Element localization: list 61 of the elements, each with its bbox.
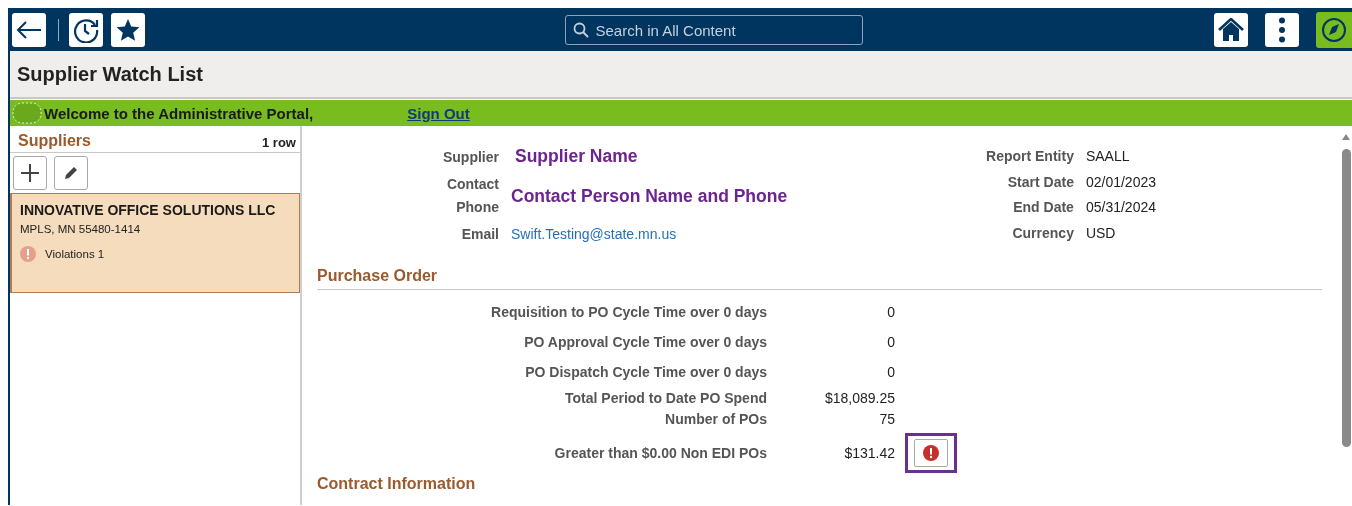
metric-label: Greater than $0.00 Non EDI POs [553, 445, 767, 461]
metric-value: $18,089.25 [823, 390, 895, 406]
home-icon [1218, 18, 1244, 42]
metric-value: 75 [878, 411, 895, 427]
metric-value: $131.42 [843, 445, 895, 461]
field-label: End Date [1012, 198, 1074, 217]
edit-button[interactable] [54, 156, 88, 190]
metric-label: Requisition to PO Cycle Time over 0 days [490, 304, 767, 320]
supplier-name: INNOVATIVE OFFICE SOLUTIONS LLC [20, 202, 277, 219]
pencil-icon [63, 165, 79, 181]
metric-label: Number of POs [664, 411, 767, 427]
supplier-address: MPLS, MN 55480-1414 [20, 223, 142, 235]
search-field[interactable]: Search in All Content [564, 15, 863, 45]
alert-icon [923, 445, 939, 461]
search-icon [572, 22, 589, 38]
field-label: Supplier [442, 147, 499, 166]
page-title: Supplier Watch List [17, 62, 203, 86]
field-label: Report Entity [986, 146, 1074, 165]
field-value: SAALL [1085, 147, 1131, 164]
metric-label: PO Dispatch Cycle Time over 0 days [524, 364, 767, 380]
clock-icon [73, 17, 99, 43]
supplier-card[interactable]: INNOVATIVE OFFICE SOLUTIONS LLC MPLS, MN 55480-1414 Violations 1 [10, 193, 300, 293]
avatar-icon [12, 102, 42, 124]
contact-value: Contact Person Name and Phone [511, 185, 788, 207]
field-label: Currency [1011, 224, 1074, 243]
email-link[interactable]: Swift.Testing@state.mn.us [511, 226, 677, 242]
back-button[interactable] [12, 13, 46, 47]
row-count: 1 row [262, 135, 296, 150]
star-icon [116, 18, 140, 42]
home-button[interactable] [1214, 13, 1248, 47]
vertical-dots-icon [1278, 17, 1286, 43]
add-button[interactable] [13, 156, 47, 190]
supplier-name-value: Supplier Name [514, 146, 639, 167]
sign-out-link[interactable]: Sign Out [407, 104, 470, 122]
more-options-button[interactable] [1265, 13, 1299, 47]
navigator-button[interactable] [1316, 12, 1352, 48]
field-label: Start Date [1006, 172, 1074, 191]
field-value: USD [1085, 225, 1117, 242]
back-arrow-icon [16, 21, 42, 39]
plus-icon [21, 164, 39, 182]
favorites-button[interactable] [111, 13, 145, 47]
metric-label: Total Period to Date PO Spend [564, 390, 767, 406]
flag-button[interactable] [914, 439, 948, 467]
metric-value: 0 [886, 334, 895, 350]
section-title: Purchase Order [317, 267, 1322, 290]
field-label: Email [460, 225, 499, 243]
metric-value: 0 [886, 364, 895, 380]
field-label: Contact [446, 175, 499, 194]
warning-icon [20, 246, 36, 262]
compass-icon [1321, 17, 1347, 43]
section-title: Contract Information [317, 475, 477, 493]
metric-label: PO Approval Cycle Time over 0 days [523, 334, 767, 350]
scroll-up-icon [1342, 134, 1350, 140]
welcome-message: Welcome to the Administrative Portal, [44, 104, 314, 122]
history-button[interactable] [69, 13, 103, 47]
panel-title: Suppliers [18, 132, 91, 150]
field-label: Phone [456, 198, 499, 217]
metric-value: 0 [886, 304, 895, 320]
field-value: 02/01/2023 [1085, 173, 1156, 190]
violations-count: Violations 1 [45, 248, 105, 260]
field-value: 05/31/2024 [1085, 199, 1156, 216]
